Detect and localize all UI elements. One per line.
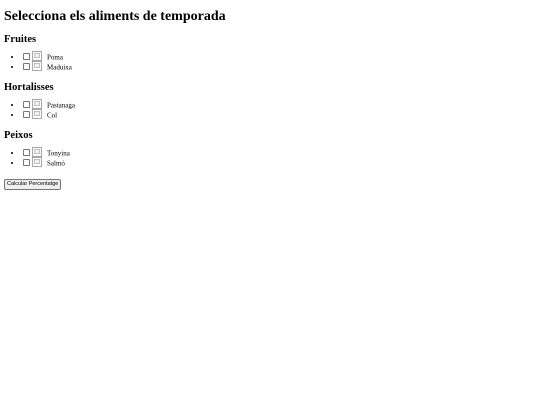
list-item: Salmó	[22, 157, 536, 168]
broken-image-icon	[32, 99, 42, 110]
section-fruites: Fruites Poma Maduixa	[4, 33, 536, 72]
checkbox-maduixa[interactable]	[23, 62, 30, 70]
broken-image-icon	[32, 51, 42, 62]
broken-image-icon	[32, 61, 42, 72]
list-item: Col	[22, 109, 536, 120]
item-label: Salmó	[47, 159, 65, 168]
checkbox-salmo[interactable]	[23, 158, 30, 166]
item-label: Tonyina	[47, 149, 70, 158]
broken-image-icon	[32, 147, 42, 158]
checkbox-tonyina[interactable]	[23, 148, 30, 156]
list-item: Tonyina	[22, 147, 536, 158]
page: Selecciona els aliments de temporada Fru…	[0, 8, 540, 190]
section-heading: Fruites	[4, 34, 37, 45]
checkbox-col[interactable]	[23, 110, 30, 118]
food-list: Pastanaga Col	[4, 99, 536, 120]
item-label: Pastanaga	[47, 101, 75, 110]
broken-image-icon	[32, 157, 42, 168]
item-label: Maduixa	[47, 63, 72, 72]
item-label: Col	[47, 111, 58, 120]
food-list: Poma Maduixa	[4, 51, 536, 72]
page-title: Selecciona els aliments de temporada	[4, 9, 226, 24]
food-list: Tonyina Salmó	[4, 147, 536, 168]
broken-image-icon	[32, 109, 42, 120]
list-item: Poma	[22, 51, 536, 62]
section-peixos: Peixos Tonyina Salmó	[4, 129, 536, 168]
section-heading: Hortalisses	[4, 82, 54, 93]
section-heading: Peixos	[4, 130, 33, 141]
checkbox-pastanaga[interactable]	[23, 100, 30, 108]
section-hortalisses: Hortalisses Pastanaga Col	[4, 81, 536, 120]
list-item: Pastanaga	[22, 99, 536, 110]
checkbox-poma[interactable]	[23, 52, 30, 60]
item-label: Poma	[47, 53, 63, 62]
list-item: Maduixa	[22, 61, 536, 72]
calculate-percentage-button[interactable]: Calcular Percentatge	[4, 179, 62, 190]
